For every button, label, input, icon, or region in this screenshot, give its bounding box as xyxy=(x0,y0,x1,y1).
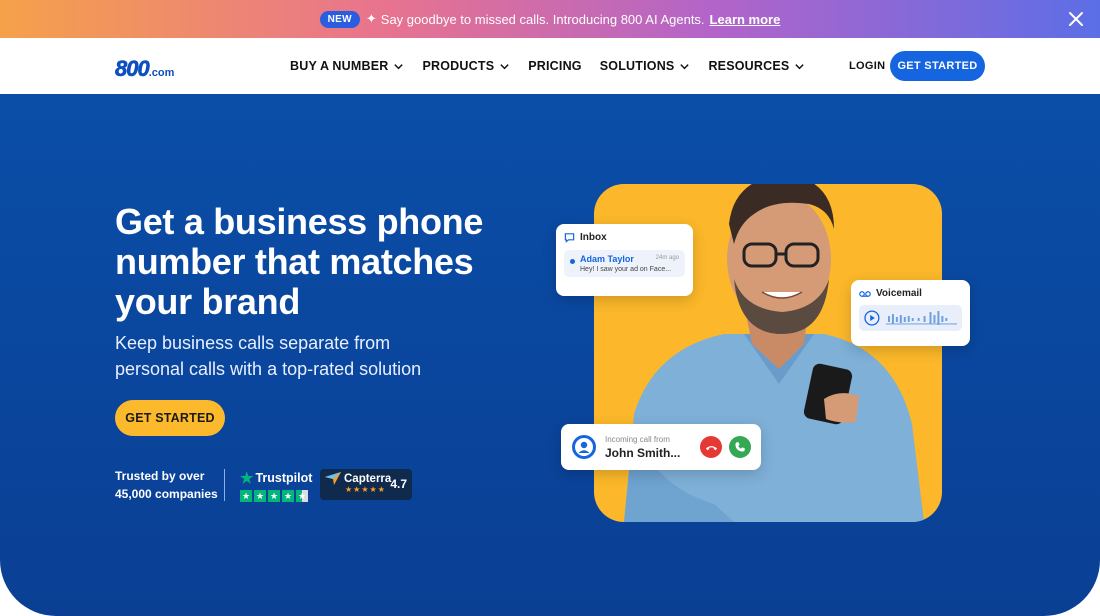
capterra-rating: 4.7 xyxy=(390,477,407,491)
voicemail-player xyxy=(859,305,962,331)
login-link[interactable]: LOGIN xyxy=(849,60,885,72)
incoming-call-label: Incoming call from xyxy=(605,434,670,444)
caller-name: John Smith... xyxy=(605,445,681,460)
star-icon: ★ xyxy=(268,490,280,502)
sparkle-icon: ✦ xyxy=(365,11,377,26)
get-started-hero-button[interactable]: GET STARTED xyxy=(115,400,225,436)
chevron-down-icon xyxy=(394,63,404,69)
hero-subheadline: Keep business calls separate from person… xyxy=(115,333,422,379)
site-logo[interactable]: 800 .com xyxy=(115,56,175,82)
chevron-down-icon xyxy=(680,63,690,69)
logo-main: 800 xyxy=(115,56,150,82)
audio-waveform-icon xyxy=(885,311,957,325)
hero-section: Get a business phone number that matches… xyxy=(0,94,1100,616)
new-badge: NEW xyxy=(319,10,360,28)
capterra-badge[interactable]: Capterra ★★★★★ 4.7 xyxy=(320,469,412,500)
close-icon[interactable] xyxy=(1066,9,1086,29)
message-icon xyxy=(564,233,575,243)
inbox-title: Inbox xyxy=(580,232,607,243)
announcement-text: Say goodbye to missed calls. Introducing… xyxy=(380,11,705,27)
nav-item-label: RESOURCES xyxy=(708,59,790,73)
learn-more-link[interactable]: Learn more xyxy=(710,12,781,27)
star-icon: ★ xyxy=(282,490,294,502)
accept-call-button[interactable] xyxy=(729,436,751,458)
message-time: 24m ago xyxy=(655,255,679,261)
inbox-message[interactable]: Adam Taylor 24m ago Hey! I saw your ad o… xyxy=(564,250,685,277)
trust-line-2: 45,000 companies xyxy=(115,487,218,501)
nav-item-buy-a-number[interactable]: BUY A NUMBER xyxy=(290,59,404,73)
voicemail-title: Voicemail xyxy=(876,288,922,299)
logo-suffix: .com xyxy=(148,67,175,79)
decline-call-button[interactable] xyxy=(700,436,722,458)
chevron-down-icon xyxy=(795,63,805,69)
trustpilot-name: Trustpilot xyxy=(255,471,313,485)
hero-headline: Get a business phone number that matches… xyxy=(115,201,484,322)
nav-item-solutions[interactable]: SOLUTIONS xyxy=(600,59,691,73)
voicemail-card: Voicemail xyxy=(851,280,970,346)
nav-item-label: PRICING xyxy=(528,59,582,73)
nav-item-label: PRODUCTS xyxy=(422,59,495,73)
play-icon[interactable] xyxy=(864,310,880,326)
trust-statement: Trusted by over 45,000 companies xyxy=(115,467,218,503)
user-avatar-icon xyxy=(572,435,596,459)
get-started-nav-button[interactable]: GET STARTED xyxy=(890,51,985,81)
nav-item-pricing[interactable]: PRICING xyxy=(528,59,582,73)
trustpilot-badge[interactable]: ★ Trustpilot ★ ★ ★ ★ ★ xyxy=(240,469,312,502)
chevron-down-icon xyxy=(500,63,509,69)
star-icon: ★ xyxy=(240,490,252,502)
phone-icon xyxy=(735,442,745,452)
capterra-logo-icon xyxy=(325,472,341,485)
main-navigation: 800 .com BUY A NUMBER PRODUCTS PRICING S… xyxy=(0,38,1100,94)
trust-line-1: Trusted by over xyxy=(115,469,205,483)
message-preview: Hey! I saw your ad on Face... xyxy=(580,266,672,273)
announcement-bar: NEW ✦ Say goodbye to missed calls. Intro… xyxy=(0,0,1100,38)
incoming-call-card: Incoming call from John Smith... xyxy=(561,424,761,470)
star-icon: ★ xyxy=(254,490,266,502)
nav-item-resources[interactable]: RESOURCES xyxy=(708,59,805,73)
voicemail-icon xyxy=(859,290,871,297)
half-star-icon: ★ xyxy=(296,490,308,502)
trustpilot-star-icon: ★ xyxy=(240,470,254,487)
unread-dot xyxy=(570,259,575,264)
capterra-name: Capterra xyxy=(344,472,392,485)
trustpilot-stars: ★ ★ ★ ★ ★ xyxy=(240,490,312,502)
nav-item-label: SOLUTIONS xyxy=(599,59,675,73)
inbox-card: Inbox Adam Taylor 24m ago Hey! I saw you… xyxy=(556,224,693,296)
nav-item-label: BUY A NUMBER xyxy=(290,59,389,73)
trust-divider xyxy=(224,469,225,501)
hang-up-icon xyxy=(705,445,717,450)
nav-menu: BUY A NUMBER PRODUCTS PRICING SOLUTIONS … xyxy=(290,38,805,94)
nav-item-products[interactable]: PRODUCTS xyxy=(422,59,510,73)
